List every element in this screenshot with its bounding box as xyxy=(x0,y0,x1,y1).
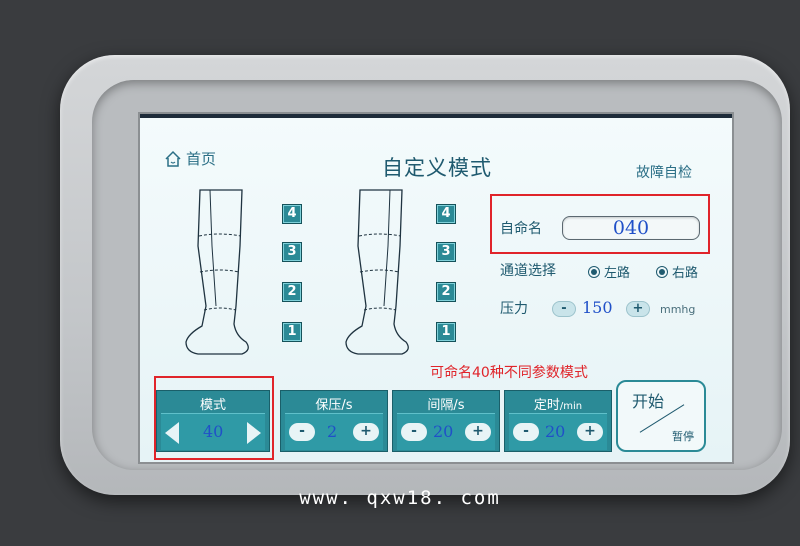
left-leg-diagram xyxy=(185,189,249,355)
hold-pressure-panel: 保压/s - 2 + xyxy=(280,390,388,452)
pressure-value: 150 xyxy=(582,298,613,317)
timer-unit: /min xyxy=(559,401,583,412)
interval-body: - 20 + xyxy=(397,413,495,450)
left-leg-segment-1[interactable]: 1 xyxy=(282,322,302,342)
home-button[interactable]: 首页 xyxy=(164,148,216,169)
mode-name-field[interactable]: 040 xyxy=(562,216,700,240)
home-icon xyxy=(165,150,181,167)
timer-body: - 20 + xyxy=(509,413,607,450)
right-leg-segment-4[interactable]: 4 xyxy=(436,204,456,224)
page-title: 自定义模式 xyxy=(382,156,492,180)
pressure-increase-button[interactable]: + xyxy=(626,301,650,317)
interval-increase-button[interactable]: + xyxy=(465,423,491,441)
channel-left-label: 左路 xyxy=(604,266,631,281)
timer-decrease-button[interactable]: - xyxy=(513,423,539,441)
hold-pressure-label: 保压/s xyxy=(315,398,353,413)
hold-decrease-button[interactable]: - xyxy=(289,423,315,441)
left-leg-segment-2[interactable]: 2 xyxy=(282,282,302,302)
pressure-decrease-button[interactable]: - xyxy=(552,301,576,317)
interval-label: 间隔/s xyxy=(427,398,465,413)
pressure-unit: mmhg xyxy=(660,303,696,316)
channel-right-label: 右路 xyxy=(672,266,699,281)
self-check-button[interactable]: 故障自检 xyxy=(636,162,692,182)
pressure-label: 压力 xyxy=(500,301,528,317)
hold-pressure-body: - 2 + xyxy=(285,413,383,450)
screen-top-edge xyxy=(140,114,732,118)
interval-panel: 间隔/s - 20 + xyxy=(392,390,500,452)
home-label: 首页 xyxy=(186,150,217,168)
interval-decrease-button[interactable]: - xyxy=(401,423,427,441)
timer-label: 定时 xyxy=(533,398,560,413)
right-leg-diagram xyxy=(345,189,409,355)
start-pause-button[interactable]: 开始 暂停 xyxy=(616,380,706,452)
name-label: 自命名 xyxy=(500,221,542,237)
annotation-caption: 可命名40种不同参数模式 xyxy=(430,365,588,381)
watermark: www. qxw18. com xyxy=(299,487,501,509)
touch-screen: 首页 自定义模式 故障自检 4 3 2 1 4 3 2 1 自命名 040 通道… xyxy=(138,112,734,464)
channel-left-radio[interactable]: 左路 xyxy=(588,262,630,281)
left-leg-segment-4[interactable]: 4 xyxy=(282,204,302,224)
timer-increase-button[interactable]: + xyxy=(577,423,603,441)
timer-header: 定时/min xyxy=(505,394,611,413)
mode-highlight-box xyxy=(154,376,274,460)
radio-selected-icon xyxy=(656,265,668,278)
pause-label: 暂停 xyxy=(672,430,694,443)
start-label: 开始 xyxy=(632,392,665,411)
channel-label: 通道选择 xyxy=(500,263,556,279)
interval-value: 20 xyxy=(433,422,454,441)
timer-value: 20 xyxy=(545,422,566,441)
hold-value: 2 xyxy=(327,422,338,441)
left-leg-segment-3[interactable]: 3 xyxy=(282,242,302,262)
channel-right-radio[interactable]: 右路 xyxy=(656,262,698,281)
right-leg-segment-3[interactable]: 3 xyxy=(436,242,456,262)
hold-increase-button[interactable]: + xyxy=(353,423,379,441)
radio-selected-icon xyxy=(588,265,600,278)
timer-panel: 定时/min - 20 + xyxy=(504,390,612,452)
right-leg-segment-2[interactable]: 2 xyxy=(436,282,456,302)
right-leg-segment-1[interactable]: 1 xyxy=(436,322,456,342)
